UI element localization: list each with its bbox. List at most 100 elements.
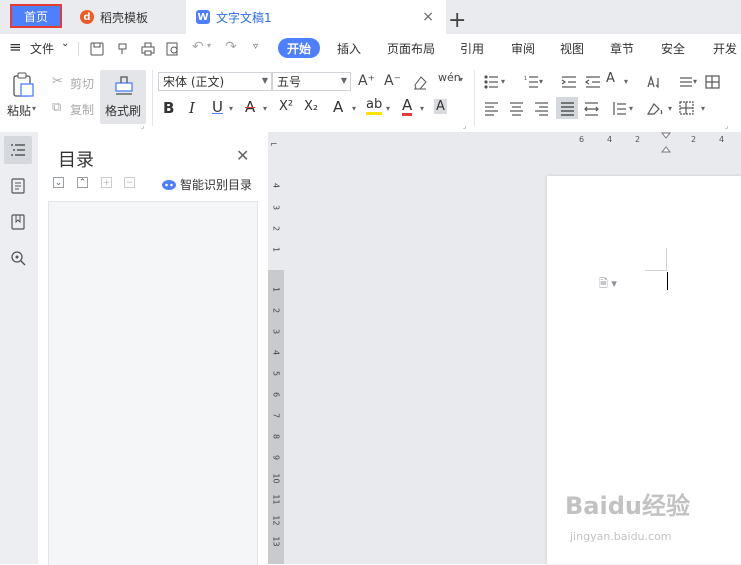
font-size-select[interactable]: 五号 ▼ — [272, 72, 351, 91]
paste-dropdown-icon[interactable]: ▾ — [32, 104, 36, 113]
tab-review[interactable]: 审阅 — [511, 40, 535, 57]
file-chevron-down-icon[interactable]: ⌄ — [61, 38, 69, 49]
ai-eye-icon — [162, 179, 176, 190]
tab-references[interactable]: 引用 — [460, 40, 484, 57]
borders-dropdown-icon[interactable]: ▾ — [701, 104, 705, 113]
cut-button[interactable]: 剪切 — [70, 75, 94, 92]
tab-view[interactable]: 视图 — [560, 40, 584, 57]
quick-access-more-icon[interactable]: ▿ — [253, 41, 258, 52]
ribbon-start: 粘贴 ▾ ✂ 剪切 ⧉ 复制 格式刷 ⌟ 宋体 (正文) ▼ 五号 ▼ A⁺ A… — [0, 64, 741, 132]
format-painter-icon — [115, 76, 133, 95]
close-icon[interactable]: ✕ — [236, 146, 249, 165]
char-shading-button[interactable]: A — [434, 99, 447, 114]
format-painter-small-icon[interactable] — [116, 42, 130, 56]
divider — [78, 42, 79, 56]
hamburger-menu-icon[interactable]: ≡ — [9, 38, 22, 56]
shrink-font-button[interactable]: A⁻ — [384, 73, 401, 89]
paragraph-launcher-icon[interactable]: ⌟ — [725, 122, 728, 130]
scissors-icon: ✂ — [52, 74, 63, 89]
tab-document[interactable]: W 文字文稿1 × — [186, 0, 446, 34]
paragraph-layout-icon[interactable]: 🗎 ▾ — [599, 275, 617, 294]
horizontal-ruler[interactable]: 6 4 2 2 4 — [284, 132, 741, 153]
tab-security[interactable]: 安全 — [661, 40, 685, 57]
expand-all-icon[interactable]: ⌃ — [77, 177, 88, 188]
font-name-value: 宋体 (正文) — [163, 75, 225, 89]
tab-section[interactable]: 章节 — [610, 40, 634, 57]
subscript-button[interactable]: X₂ — [304, 99, 318, 114]
tab-document-label: 文字文稿1 — [216, 10, 272, 25]
tab-home[interactable]: 首页 — [10, 4, 62, 28]
superscript-button[interactable]: X² — [279, 99, 293, 114]
undo-icon[interactable]: ↶ — [192, 39, 204, 55]
redo-icon[interactable]: ↷ — [225, 39, 237, 55]
phonetic-dropdown-icon[interactable]: ▾ — [459, 75, 463, 84]
line-spacing-dropdown-icon[interactable]: ▾ — [693, 77, 697, 86]
highlight-button[interactable]: ab — [366, 98, 383, 115]
text-direction-icon[interactable]: A — [606, 71, 615, 86]
left-nav-bar — [0, 132, 38, 564]
bullets-dropdown-icon[interactable]: ▾ — [501, 77, 505, 86]
margin-corner-mark — [666, 248, 667, 270]
toc-list[interactable] — [48, 201, 258, 565]
font-color-button[interactable]: A — [402, 97, 413, 116]
indent-marker-icon[interactable] — [661, 132, 671, 154]
ruler-tick: 6 — [579, 135, 585, 144]
ruler-tick: 8 — [271, 433, 281, 440]
paragraph-row-2 — [485, 101, 694, 116]
tab-insert[interactable]: 插入 — [337, 40, 361, 57]
ruler-tick: 4 — [607, 135, 613, 144]
remove-heading-icon[interactable]: − — [124, 177, 135, 188]
file-menu[interactable]: 文件 — [30, 40, 54, 57]
phonetic-guide-button[interactable]: wén — [438, 71, 461, 84]
numbering-dropdown-icon[interactable]: ▾ — [539, 77, 543, 86]
font-launcher-icon[interactable]: ⌟ — [463, 122, 466, 130]
bookmark-nav-button[interactable] — [4, 208, 32, 236]
tab-template[interactable]: d 稻壳模板 — [70, 0, 195, 34]
chapter-nav-button[interactable] — [4, 172, 32, 200]
find-nav-button[interactable] — [4, 244, 32, 272]
grow-font-button[interactable]: A⁺ — [358, 73, 375, 89]
print-icon[interactable] — [141, 42, 155, 56]
underline-dropdown-icon[interactable]: ▾ — [229, 104, 233, 113]
print-preview-icon[interactable] — [166, 42, 180, 56]
highlight-dropdown-icon[interactable]: ▾ — [386, 104, 390, 113]
strikethrough-button[interactable]: A — [245, 98, 255, 116]
baidu-watermark-url: jingyan.baidu.com — [570, 530, 672, 543]
ruler-tick: 2 — [271, 225, 281, 232]
tab-developer[interactable]: 开发 — [713, 40, 737, 57]
underline-button[interactable]: U — [212, 98, 223, 116]
save-icon[interactable] — [90, 42, 104, 56]
text-direction-dropdown-icon[interactable]: ▾ — [624, 77, 628, 86]
shading-dropdown-icon[interactable]: ▾ — [668, 104, 672, 113]
italic-button[interactable]: I — [189, 99, 195, 117]
smart-toc-button[interactable]: 智能识别目录 — [161, 176, 252, 193]
paste-icon[interactable] — [11, 72, 35, 98]
line-spacing-2-dropdown-icon[interactable]: ▾ — [629, 104, 633, 113]
tab-page-layout[interactable]: 页面布局 — [387, 40, 435, 57]
toc-list-icon — [11, 144, 25, 156]
toc-nav-button[interactable] — [4, 136, 32, 164]
add-heading-icon[interactable]: + — [101, 177, 112, 188]
bold-button[interactable]: B — [163, 99, 174, 117]
toc-panel: 目录 ✕ ⌄ ⌃ + − 智能识别目录 — [38, 132, 269, 565]
clear-format-icon[interactable] — [412, 74, 428, 90]
margin-corner-mark — [645, 270, 667, 271]
collapse-all-icon[interactable]: ⌄ — [53, 177, 64, 188]
copy-button[interactable]: 复制 — [70, 101, 94, 118]
text-cursor — [667, 272, 668, 290]
text-effect-dropdown-icon[interactable]: ▾ — [352, 104, 356, 113]
clipboard-launcher-icon[interactable]: ⌟ — [141, 122, 144, 130]
add-tab-button[interactable]: + — [448, 3, 466, 37]
document-outline-icon — [11, 178, 25, 194]
strikethrough-dropdown-icon[interactable]: ▾ — [263, 104, 267, 113]
tab-start[interactable]: 开始 — [278, 38, 320, 58]
undo-dropdown-icon[interactable]: ▾ — [207, 41, 211, 50]
font-name-select[interactable]: 宋体 (正文) ▼ — [158, 72, 272, 91]
ruler-tick: 13 — [271, 536, 281, 547]
ruler-tick: 2 — [635, 135, 641, 144]
ruler-tick: 2 — [271, 307, 281, 314]
text-effect-button[interactable]: A — [333, 98, 343, 116]
font-color-dropdown-icon[interactable]: ▾ — [420, 104, 424, 113]
close-tab-icon[interactable]: × — [422, 9, 434, 25]
paste-label[interactable]: 粘贴 — [7, 102, 31, 119]
